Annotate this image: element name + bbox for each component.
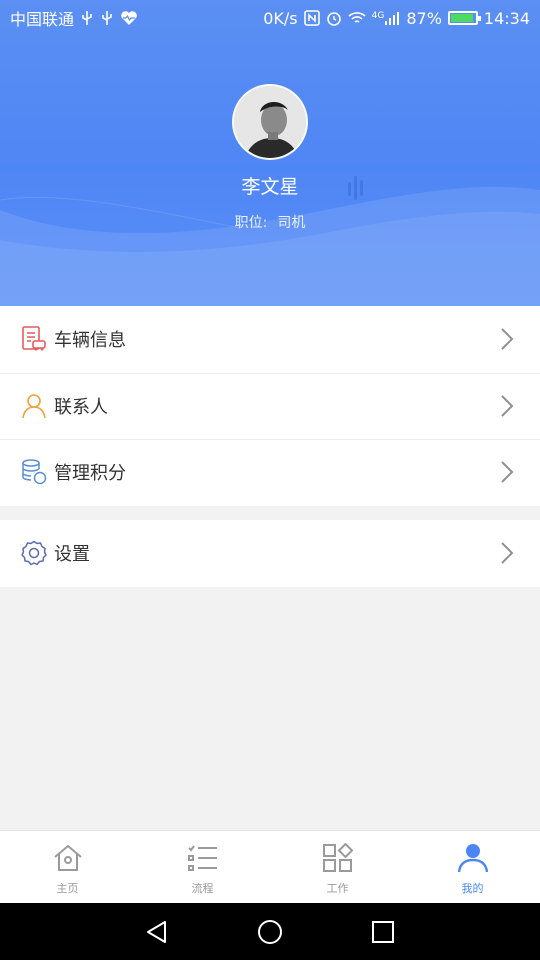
battery-icon xyxy=(447,11,481,25)
system-navigation-bar xyxy=(0,903,540,960)
tab-process[interactable]: 流程 xyxy=(135,831,270,903)
avatar[interactable] xyxy=(232,84,308,160)
user-icon xyxy=(457,843,489,876)
chevron-right-icon xyxy=(500,541,514,565)
user-name: 李文星 xyxy=(241,176,299,198)
chevron-right-icon xyxy=(500,327,514,351)
vehicle-info-icon xyxy=(21,326,47,352)
menu-item-label: 联系人 xyxy=(54,396,108,418)
network-type: 4G xyxy=(371,11,385,21)
tab-mine[interactable]: 我的 xyxy=(405,831,540,903)
profile-menu: 车辆信息 联系人 管理积分 xyxy=(0,306,540,506)
user-role: 职位: 司机 xyxy=(0,212,540,232)
role-value: 司机 xyxy=(277,215,306,231)
usb-icon xyxy=(100,10,114,26)
nfc-icon xyxy=(303,10,320,26)
tab-home[interactable]: 主页 xyxy=(0,831,135,903)
home-circle-icon[interactable] xyxy=(257,919,283,945)
role-label: 职位: xyxy=(234,215,268,231)
back-triangle-icon[interactable] xyxy=(144,919,170,945)
usb-icon xyxy=(80,10,94,26)
menu-item-vehicle-info[interactable]: 车辆信息 xyxy=(0,306,540,373)
signal-icon: 4G xyxy=(372,11,401,25)
menu-item-label: 车辆信息 xyxy=(54,330,126,352)
menu-item-settings[interactable]: 设置 xyxy=(0,520,540,587)
tab-label: 流程 xyxy=(191,882,214,895)
carrier-name: 中国联通 xyxy=(10,10,75,29)
alarm-icon xyxy=(326,10,342,26)
menu-item-points[interactable]: 管理积分 xyxy=(0,439,540,506)
chevron-right-icon xyxy=(500,460,514,484)
checklist-icon xyxy=(187,843,219,876)
status-bar: 中国联通 0K/s 4G 87% 14:34 xyxy=(0,0,540,36)
grid-apps-icon xyxy=(322,842,354,876)
bottom-tab-bar: 主页 流程 工作 我的 xyxy=(0,830,540,903)
home-icon xyxy=(52,843,84,876)
health-heart-icon xyxy=(120,10,138,26)
tab-label: 我的 xyxy=(461,882,484,895)
tab-work[interactable]: 工作 xyxy=(270,831,405,903)
clock-time: 14:34 xyxy=(483,8,530,28)
menu-item-label: 管理积分 xyxy=(54,463,126,485)
settings-gear-icon xyxy=(21,540,47,566)
battery-percent: 87% xyxy=(406,8,442,28)
network-speed: 0K/s xyxy=(263,8,298,28)
menu-item-contacts[interactable]: 联系人 xyxy=(0,372,540,440)
tab-label: 主页 xyxy=(56,882,79,895)
settings-menu: 设置 xyxy=(0,520,540,587)
contact-person-icon xyxy=(21,393,47,419)
chevron-right-icon xyxy=(500,394,514,418)
menu-item-label: 设置 xyxy=(54,544,90,566)
profile-header: 中国联通 0K/s 4G 87% 14:34 李文星 职位: 司机 xyxy=(0,0,540,306)
tab-label: 工作 xyxy=(326,882,349,895)
points-database-icon xyxy=(21,459,47,485)
wifi-icon xyxy=(348,11,366,25)
recents-square-icon[interactable] xyxy=(370,919,396,945)
